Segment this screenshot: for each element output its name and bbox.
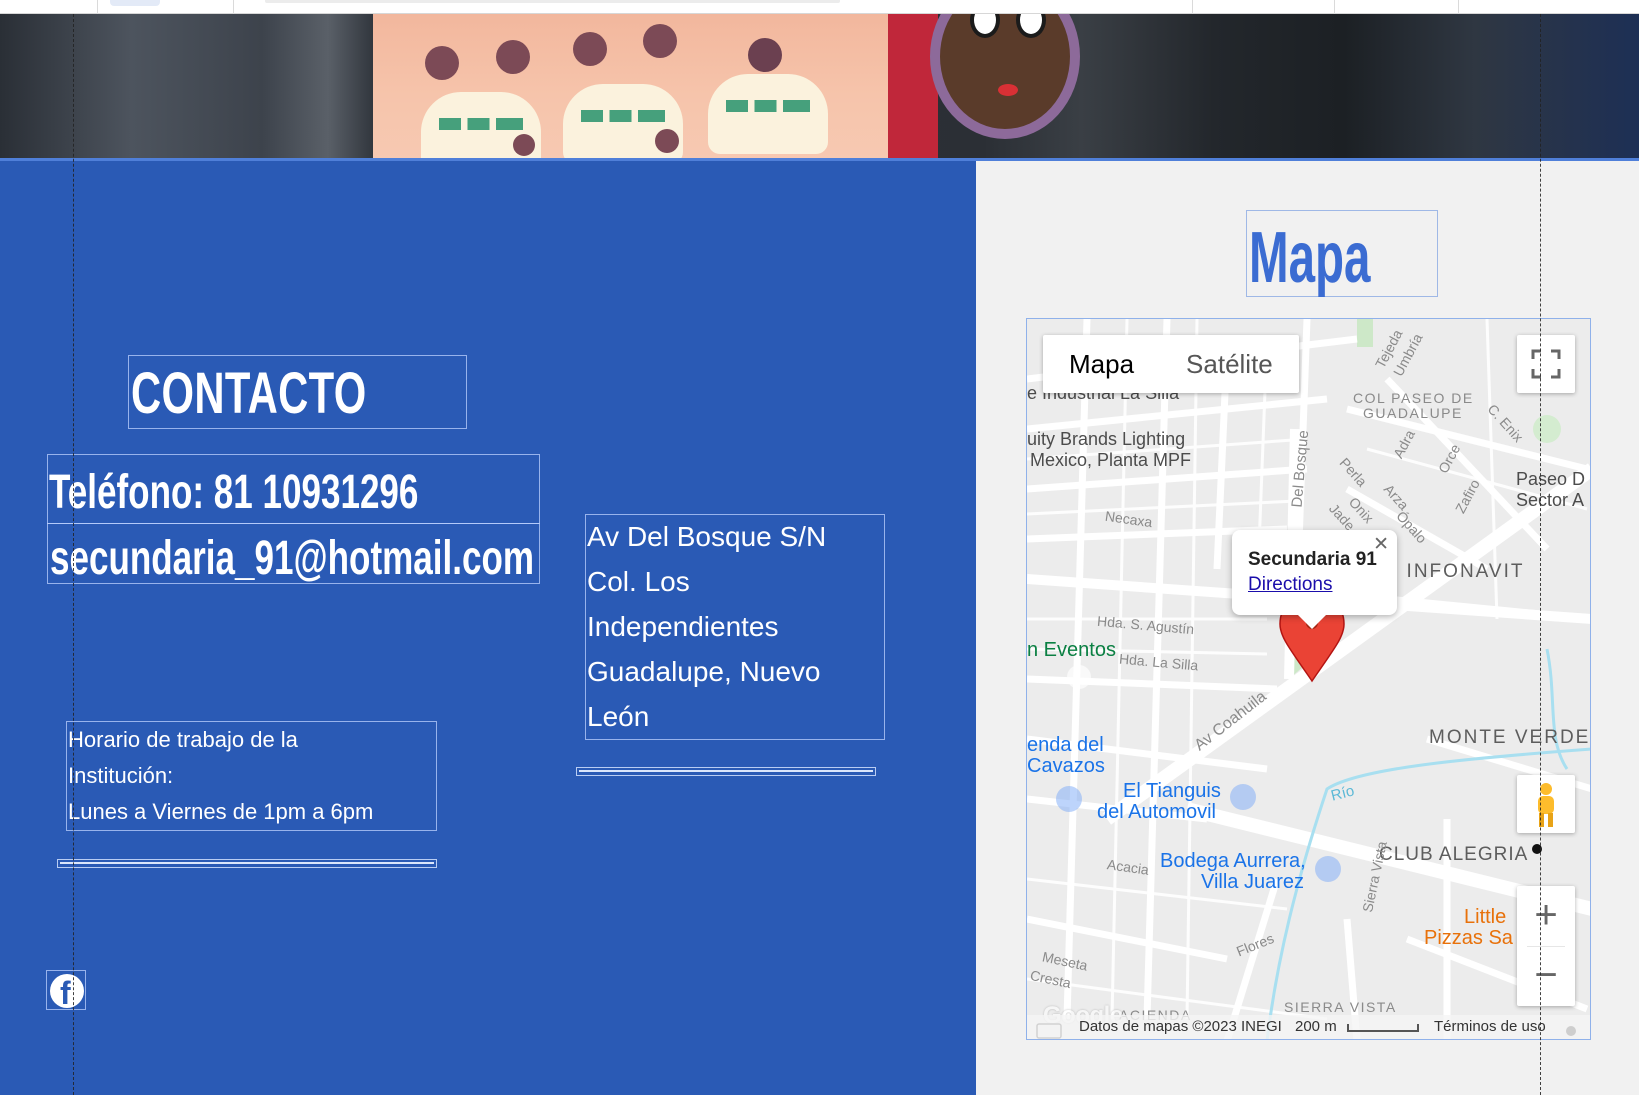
map-label: Mexico, Planta MPF (1030, 450, 1192, 470)
address-line: Independientes (587, 611, 779, 642)
map-label: MONTE VERDE (1429, 727, 1591, 748)
toolbar-separator (1334, 0, 1335, 14)
pegman-icon (1538, 783, 1554, 827)
address-line: León (587, 701, 650, 732)
map-label: Little (1464, 906, 1507, 928)
map-type-control: Mapa Satélite (1043, 335, 1299, 393)
address-text-box[interactable]: Av Del Bosque S/N Col. Los Independiente… (585, 514, 885, 740)
map-label: enda del (1027, 734, 1104, 756)
contact-heading: CONTACTO (131, 361, 367, 426)
map-label: Sector A (1516, 490, 1585, 510)
directions-link[interactable]: Directions (1248, 574, 1332, 596)
hours-text-box[interactable]: Horario de trabajo de la Institución: Lu… (66, 721, 437, 831)
hero-photo-card (373, 14, 893, 161)
map-label: . INFONAVIT (1392, 561, 1525, 582)
toolbar-address-field[interactable] (265, 0, 840, 3)
map-label: Bodega Aurrera, (1160, 850, 1306, 872)
phone-text-box[interactable]: Teléfono: 81 10931296 (47, 454, 540, 524)
email-address: secundaria_91@hotmail.com (50, 532, 535, 585)
map-label: SIERRA VISTA (1284, 999, 1397, 1015)
map-type-satellite-button[interactable]: Satélite (1160, 335, 1299, 393)
map-type-map-button[interactable]: Mapa (1043, 335, 1160, 393)
address-divider-line[interactable] (576, 767, 876, 776)
map-heading-box[interactable]: Mapa (1246, 210, 1438, 298)
map-scale-bar (1347, 1024, 1419, 1032)
email-text-box[interactable]: secundaria_91@hotmail.com (47, 523, 540, 585)
map-label: CLUB ALEGRIA (1379, 844, 1529, 865)
map-data-credit: Datos de mapas ©2023 INEGI (1079, 1018, 1282, 1035)
contact-heading-box[interactable]: CONTACTO (128, 355, 467, 429)
address-line: Col. Los (587, 566, 690, 597)
close-icon[interactable]: ✕ (1373, 533, 1389, 556)
hero-puppet-face (930, 14, 1080, 139)
street-view-button[interactable] (1517, 775, 1575, 833)
hours-line: Institución: (68, 763, 174, 788)
address-line: Av Del Bosque S/N (587, 521, 827, 552)
map-terms-link[interactable]: Términos de uso (1434, 1018, 1546, 1035)
map-label: Paseo D (1516, 469, 1586, 489)
hours-line: Lunes a Viernes de 1pm a 6pm (68, 799, 374, 824)
toolbar-separator (97, 0, 98, 14)
map-label: Villa Juarez (1201, 871, 1305, 893)
map-label: El Tianguis (1123, 780, 1221, 802)
marker-title: Secundaria 91 (1248, 549, 1377, 570)
map-label: Cavazos (1027, 755, 1105, 777)
map-label: GUADALUPE (1363, 405, 1463, 421)
map-label: COL PASEO DE (1353, 390, 1474, 406)
toolbar-separator (233, 0, 234, 14)
toolbar-tab[interactable] (110, 0, 160, 6)
editor-toolbar (0, 0, 1639, 14)
hero-image (0, 14, 1639, 161)
toolbar-separator (1458, 0, 1459, 14)
map-label: n Eventos (1027, 639, 1116, 661)
map-attribution-bar: Datos de mapas ©2023 INEGI 200 m Término… (1027, 1015, 1590, 1039)
editor-guide-line (1540, 14, 1541, 1095)
map-scale-label: 200 m (1295, 1018, 1337, 1035)
map-label: Pizzas Sa (1424, 927, 1513, 949)
facebook-icon: f (50, 974, 84, 1011)
fullscreen-icon (1531, 349, 1561, 379)
google-map[interactable]: e Industrial La Silla uity Brands Lighti… (1026, 318, 1591, 1040)
fullscreen-button[interactable] (1517, 335, 1575, 393)
facebook-link[interactable]: f (46, 970, 86, 1011)
hours-line: Horario de trabajo de la (68, 727, 298, 752)
phone-number: Teléfono: 81 10931296 (49, 466, 419, 519)
editor-guide-line (73, 14, 74, 1095)
map-heading: Mapa (1249, 218, 1371, 298)
zoom-out-button[interactable]: − (1517, 946, 1575, 1006)
toolbar-separator (1192, 0, 1193, 14)
map-label: uity Brands Lighting (1027, 429, 1186, 449)
map-label: del Automovil (1097, 801, 1216, 823)
marker-info-window: Secundaria 91 Directions ✕ (1232, 530, 1397, 629)
address-line: Guadalupe, Nuevo (587, 656, 821, 687)
zoom-control: + − (1517, 886, 1575, 1006)
hours-divider-line[interactable] (57, 859, 437, 868)
zoom-in-button[interactable]: + (1517, 886, 1575, 946)
